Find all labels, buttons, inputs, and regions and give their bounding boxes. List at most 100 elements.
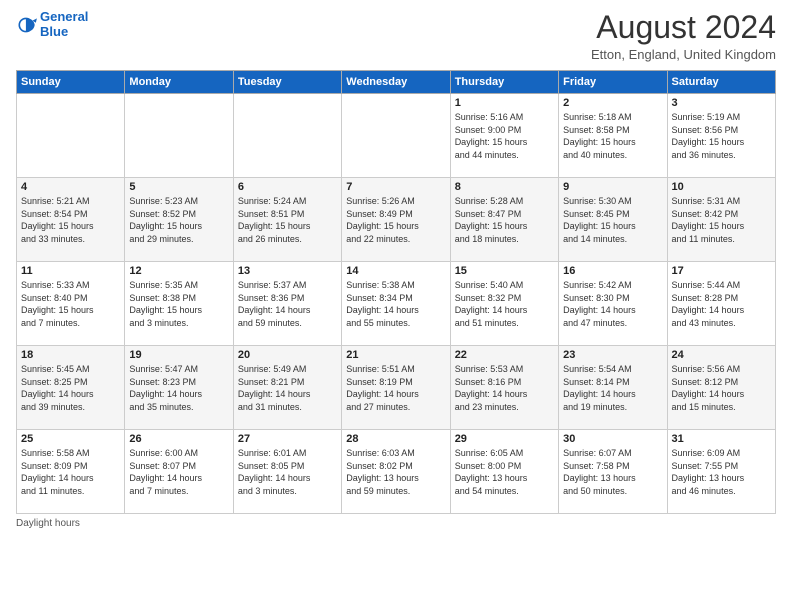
- day-number: 28: [346, 433, 445, 445]
- day-content: Sunrise: 5:44 AM Sunset: 8:28 PM Dayligh…: [672, 279, 771, 329]
- day-number: 16: [563, 265, 662, 277]
- week-row-1: 1 Sunrise: 5:16 AM Sunset: 9:00 PM Daylig…: [17, 94, 776, 178]
- day-number: 20: [238, 349, 337, 361]
- day-content: Sunrise: 5:21 AM Sunset: 8:54 PM Dayligh…: [21, 195, 120, 245]
- day-number: 22: [455, 349, 554, 361]
- day-number: 14: [346, 265, 445, 277]
- day-header-thursday: Thursday: [450, 71, 558, 94]
- day-header-saturday: Saturday: [667, 71, 775, 94]
- day-content: Sunrise: 5:33 AM Sunset: 8:40 PM Dayligh…: [21, 279, 120, 329]
- calendar-cell: 24 Sunrise: 5:56 AM Sunset: 8:12 PM Dayli…: [667, 346, 775, 430]
- calendar-cell: 23 Sunrise: 5:54 AM Sunset: 8:14 PM Dayli…: [559, 346, 667, 430]
- calendar-cell: 3Sunrise: 5:19 AM Sunset: 8:56 PM Daylig…: [667, 94, 775, 178]
- day-number: 19: [129, 349, 228, 361]
- calendar-cell: [17, 94, 125, 178]
- day-number: 3: [672, 97, 771, 109]
- day-content: Sunrise: 5:47 AM Sunset: 8:23 PM Dayligh…: [129, 363, 228, 413]
- day-content: Sunrise: 5:31 AM Sunset: 8:42 PM Dayligh…: [672, 195, 771, 245]
- day-number: 29: [455, 433, 554, 445]
- day-number: 17: [672, 265, 771, 277]
- week-row-4: 18 Sunrise: 5:45 AM Sunset: 8:25 PM Dayli…: [17, 346, 776, 430]
- day-content: Sunrise: 5:24 AM Sunset: 8:51 PM Dayligh…: [238, 195, 337, 245]
- calendar-cell: 26 Sunrise: 6:00 AM Sunset: 8:07 PM Dayli…: [125, 430, 233, 514]
- month-title: August 2024: [591, 10, 776, 45]
- day-number: 21: [346, 349, 445, 361]
- day-content: Sunrise: 5:35 AM Sunset: 8:38 PM Dayligh…: [129, 279, 228, 329]
- week-row-5: 25 Sunrise: 5:58 AM Sunset: 8:09 PM Dayli…: [17, 430, 776, 514]
- day-number: 11: [21, 265, 120, 277]
- day-content: Sunrise: 5:40 AM Sunset: 8:32 PM Dayligh…: [455, 279, 554, 329]
- calendar-cell: 9Sunrise: 5:30 AM Sunset: 8:45 PM Daylig…: [559, 178, 667, 262]
- day-content: Sunrise: 6:03 AM Sunset: 8:02 PM Dayligh…: [346, 447, 445, 497]
- day-content: Sunrise: 5:45 AM Sunset: 8:25 PM Dayligh…: [21, 363, 120, 413]
- calendar-cell: 8 Sunrise: 5:28 AM Sunset: 8:47 PM Daylig…: [450, 178, 558, 262]
- day-content: Sunrise: 6:09 AM Sunset: 7:55 PM Dayligh…: [672, 447, 771, 497]
- logo-icon: [16, 14, 38, 36]
- day-header-sunday: Sunday: [17, 71, 125, 94]
- day-content: Sunrise: 5:37 AM Sunset: 8:36 PM Dayligh…: [238, 279, 337, 329]
- day-content: Sunrise: 6:00 AM Sunset: 8:07 PM Dayligh…: [129, 447, 228, 497]
- day-content: Sunrise: 5:16 AM Sunset: 9:00 PM Dayligh…: [455, 111, 554, 161]
- calendar-cell: [342, 94, 450, 178]
- day-number: 8: [455, 181, 554, 193]
- day-number: 6: [238, 181, 337, 193]
- day-content: Sunrise: 5:26 AM Sunset: 8:49 PM Dayligh…: [346, 195, 445, 245]
- calendar-table: SundayMondayTuesdayWednesdayThursdayFrid…: [16, 70, 776, 514]
- calendar-cell: 13 Sunrise: 5:37 AM Sunset: 8:36 PM Dayli…: [233, 262, 341, 346]
- day-number: 12: [129, 265, 228, 277]
- day-number: 13: [238, 265, 337, 277]
- day-content: Sunrise: 5:58 AM Sunset: 8:09 PM Dayligh…: [21, 447, 120, 497]
- day-content: Sunrise: 5:18 AM Sunset: 8:58 PM Dayligh…: [563, 111, 662, 161]
- calendar-cell: 30 Sunrise: 6:07 AM Sunset: 7:58 PM Dayli…: [559, 430, 667, 514]
- calendar-cell: 22 Sunrise: 5:53 AM Sunset: 8:16 PM Dayli…: [450, 346, 558, 430]
- day-number: 1: [455, 97, 554, 109]
- day-header-friday: Friday: [559, 71, 667, 94]
- day-content: Sunrise: 6:01 AM Sunset: 8:05 PM Dayligh…: [238, 447, 337, 497]
- calendar-cell: 5 Sunrise: 5:23 AM Sunset: 8:52 PM Daylig…: [125, 178, 233, 262]
- calendar-cell: 1 Sunrise: 5:16 AM Sunset: 9:00 PM Daylig…: [450, 94, 558, 178]
- week-row-2: 4 Sunrise: 5:21 AM Sunset: 8:54 PM Daylig…: [17, 178, 776, 262]
- day-content: Sunrise: 5:28 AM Sunset: 8:47 PM Dayligh…: [455, 195, 554, 245]
- day-number: 5: [129, 181, 228, 193]
- day-number: 4: [21, 181, 120, 193]
- day-number: 15: [455, 265, 554, 277]
- calendar-cell: 15 Sunrise: 5:40 AM Sunset: 8:32 PM Dayli…: [450, 262, 558, 346]
- header-row: SundayMondayTuesdayWednesdayThursdayFrid…: [17, 71, 776, 94]
- day-content: Sunrise: 5:30 AM Sunset: 8:45 PM Dayligh…: [563, 195, 662, 245]
- day-content: Sunrise: 5:38 AM Sunset: 8:34 PM Dayligh…: [346, 279, 445, 329]
- day-header-wednesday: Wednesday: [342, 71, 450, 94]
- calendar-cell: 19 Sunrise: 5:47 AM Sunset: 8:23 PM Dayli…: [125, 346, 233, 430]
- page: General Blue August 2024 Etton, England,…: [0, 0, 792, 612]
- footer-note: Daylight hours: [16, 518, 776, 529]
- day-number: 18: [21, 349, 120, 361]
- day-content: Sunrise: 5:42 AM Sunset: 8:30 PM Dayligh…: [563, 279, 662, 329]
- day-content: Sunrise: 5:23 AM Sunset: 8:52 PM Dayligh…: [129, 195, 228, 245]
- day-number: 24: [672, 349, 771, 361]
- calendar-cell: 6 Sunrise: 5:24 AM Sunset: 8:51 PM Daylig…: [233, 178, 341, 262]
- logo: General Blue: [16, 10, 88, 40]
- calendar-cell: 17 Sunrise: 5:44 AM Sunset: 8:28 PM Dayli…: [667, 262, 775, 346]
- calendar-cell: [125, 94, 233, 178]
- day-header-monday: Monday: [125, 71, 233, 94]
- daylight-label: Daylight hours: [16, 518, 80, 529]
- day-content: Sunrise: 6:05 AM Sunset: 8:00 PM Dayligh…: [455, 447, 554, 497]
- calendar-cell: 2 Sunrise: 5:18 AM Sunset: 8:58 PM Daylig…: [559, 94, 667, 178]
- day-number: 26: [129, 433, 228, 445]
- calendar-cell: 4 Sunrise: 5:21 AM Sunset: 8:54 PM Daylig…: [17, 178, 125, 262]
- calendar-cell: 25 Sunrise: 5:58 AM Sunset: 8:09 PM Dayli…: [17, 430, 125, 514]
- calendar-cell: 29 Sunrise: 6:05 AM Sunset: 8:00 PM Dayli…: [450, 430, 558, 514]
- day-number: 23: [563, 349, 662, 361]
- day-number: 30: [563, 433, 662, 445]
- day-content: Sunrise: 5:56 AM Sunset: 8:12 PM Dayligh…: [672, 363, 771, 413]
- day-number: 7: [346, 181, 445, 193]
- calendar-cell: 12 Sunrise: 5:35 AM Sunset: 8:38 PM Dayli…: [125, 262, 233, 346]
- calendar-cell: 21Sunrise: 5:51 AM Sunset: 8:19 PM Dayli…: [342, 346, 450, 430]
- day-number: 2: [563, 97, 662, 109]
- day-content: Sunrise: 5:53 AM Sunset: 8:16 PM Dayligh…: [455, 363, 554, 413]
- day-content: Sunrise: 5:54 AM Sunset: 8:14 PM Dayligh…: [563, 363, 662, 413]
- day-number: 25: [21, 433, 120, 445]
- week-row-3: 11 Sunrise: 5:33 AM Sunset: 8:40 PM Dayli…: [17, 262, 776, 346]
- day-number: 10: [672, 181, 771, 193]
- day-content: Sunrise: 6:07 AM Sunset: 7:58 PM Dayligh…: [563, 447, 662, 497]
- calendar-cell: 11 Sunrise: 5:33 AM Sunset: 8:40 PM Dayli…: [17, 262, 125, 346]
